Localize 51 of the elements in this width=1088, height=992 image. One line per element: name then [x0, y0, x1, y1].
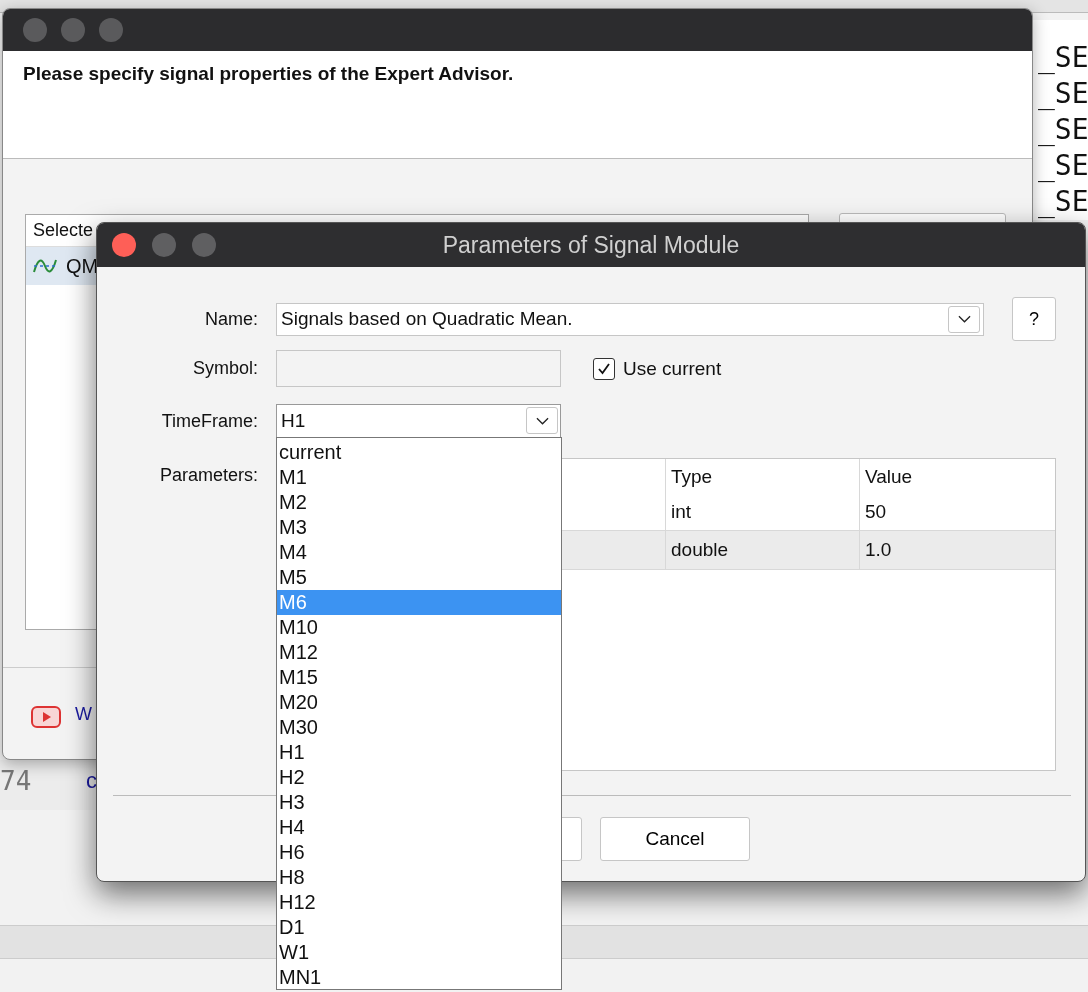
dropdown-option[interactable]: M30	[277, 715, 561, 740]
checkbox[interactable]	[593, 357, 615, 380]
dropdown-option[interactable]: M10	[277, 615, 561, 640]
dialog-title: Parameters of Signal Module	[442, 231, 740, 259]
dropdown-option[interactable]: H4	[277, 815, 561, 840]
minimize-button[interactable]	[61, 18, 85, 42]
minimize-button[interactable]	[152, 233, 176, 257]
dropdown-option[interactable]: H1	[277, 740, 561, 765]
help-button[interactable]: ?	[1012, 297, 1056, 341]
zoom-button[interactable]	[192, 233, 216, 257]
code-line: c	[86, 768, 97, 794]
symbol-field[interactable]	[276, 350, 561, 387]
checkbox-label: Use current	[623, 357, 722, 380]
field-label: Parameters:	[158, 465, 258, 486]
dropdown-option[interactable]: M4	[277, 540, 561, 565]
field-label: TimeFrame:	[160, 410, 258, 432]
timeframe-dropdown[interactable]: H1	[276, 404, 561, 438]
dropdown-option[interactable]: M20	[277, 690, 561, 715]
code-line: _SE	[1037, 112, 1088, 148]
wizard-heading: Please specify signal properties of the Expert Advisor.	[23, 63, 514, 84]
dropdown-option[interactable]: current	[277, 440, 561, 465]
dropdown-option[interactable]: H12	[277, 890, 561, 915]
code-line: _SE	[1037, 148, 1088, 184]
close-button[interactable]	[112, 233, 136, 257]
caret-icon	[957, 315, 971, 323]
dropdown-option[interactable]: M1	[277, 465, 561, 490]
dropdown-option[interactable]: D1	[277, 915, 561, 940]
dropdown-option[interactable]: H3	[277, 790, 561, 815]
field-label: Symbol:	[191, 358, 258, 379]
dropdown-option[interactable]: MN1	[277, 965, 561, 990]
line-number: 74	[0, 766, 32, 796]
cancel-button[interactable]: Cancel	[600, 817, 750, 861]
link[interactable]: W	[75, 704, 92, 725]
name-dropdown[interactable]: Signals based on Quadratic Mean.	[276, 302, 984, 336]
column-header: Selecte	[33, 220, 94, 241]
column-header: Value	[864, 464, 914, 489]
code-line: _SE	[1037, 184, 1088, 220]
column-header: Type	[666, 459, 860, 494]
video-icon[interactable]	[31, 706, 61, 728]
dropdown-option[interactable]: H8	[277, 865, 561, 890]
close-button[interactable]	[23, 18, 47, 42]
dropdown-option[interactable]: H2	[277, 765, 561, 790]
dropdown-option[interactable]: M12	[277, 640, 561, 665]
code-line: _SE	[1037, 76, 1088, 112]
dropdown-option[interactable]: M15	[277, 665, 561, 690]
field-label: Name:	[204, 308, 258, 330]
zoom-button[interactable]	[99, 18, 123, 42]
code-line: _SE	[1037, 40, 1088, 76]
caret-icon	[535, 416, 549, 425]
dropdown-option[interactable]: W1	[277, 940, 561, 965]
dropdown-option[interactable]: H6	[277, 840, 561, 865]
